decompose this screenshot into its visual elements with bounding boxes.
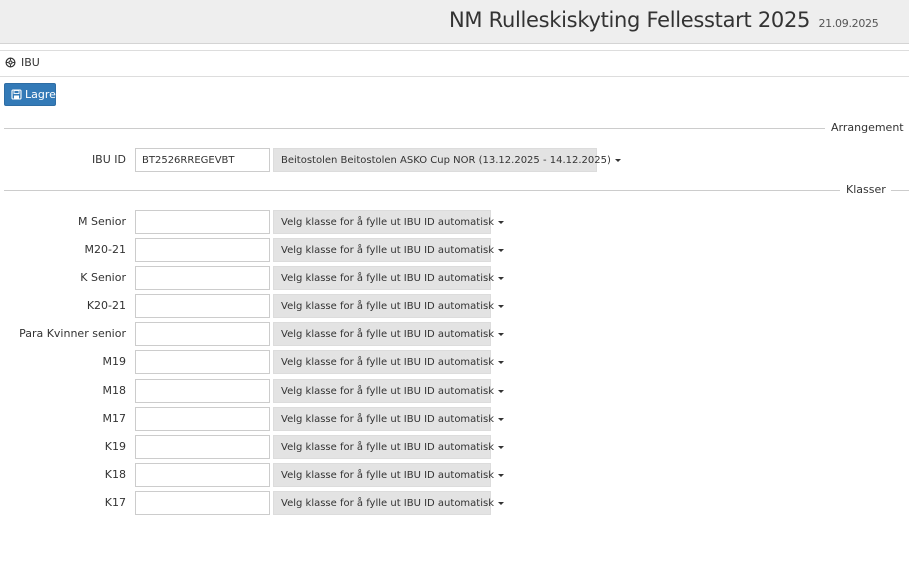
section-title-klasser: Klasser <box>841 183 891 196</box>
sub-navigation: IBU <box>0 50 909 77</box>
event-title-text: NM Rulleskiskyting Fellesstart 2025 <box>449 8 811 32</box>
class-select-dropdown[interactable]: Velg klasse for å fylle ut IBU ID automa… <box>273 379 505 403</box>
class-ibu-id-input[interactable] <box>135 294 270 318</box>
caret-down-icon <box>498 276 505 280</box>
class-ibu-id-input[interactable] <box>135 266 270 290</box>
class-label: M17 <box>102 412 127 425</box>
class-label: K Senior <box>80 271 126 284</box>
class-ibu-id-input[interactable] <box>135 322 270 346</box>
section-divider-arrangement <box>4 128 825 129</box>
class-select-label: Velg klasse for å fylle ut IBU ID automa… <box>281 356 495 368</box>
class-select-dropdown[interactable]: Velg klasse for å fylle ut IBU ID automa… <box>273 491 505 515</box>
ibu-id-label: IBU ID <box>91 153 126 166</box>
class-select-label: Velg klasse for å fylle ut IBU ID automa… <box>281 216 495 228</box>
class-label: K17 <box>104 496 126 509</box>
class-ibu-id-input[interactable] <box>135 491 270 515</box>
class-ibu-id-input[interactable] <box>135 350 270 374</box>
subnav-label-ibu[interactable]: IBU <box>21 56 40 69</box>
caret-down-icon <box>498 417 505 421</box>
class-select-dropdown[interactable]: Velg klasse for å fylle ut IBU ID automa… <box>273 294 505 318</box>
caret-down-icon <box>498 248 505 252</box>
class-select-label: Velg klasse for å fylle ut IBU ID automa… <box>281 244 495 256</box>
class-label: M Senior <box>77 215 126 228</box>
class-select-label: Velg klasse for å fylle ut IBU ID automa… <box>281 469 495 481</box>
class-select-label: Velg klasse for å fylle ut IBU ID automa… <box>281 441 495 453</box>
section-title-arrangement: Arrangement <box>826 121 909 134</box>
class-select-dropdown[interactable]: Velg klasse for å fylle ut IBU ID automa… <box>273 350 505 374</box>
top-header: NM Rulleskiskyting Fellesstart 2025 21.0… <box>0 0 909 44</box>
ibu-id-input[interactable] <box>135 148 270 172</box>
class-select-label: Velg klasse for å fylle ut IBU ID automa… <box>281 272 495 284</box>
class-label: K19 <box>104 440 126 453</box>
class-label: K20-21 <box>86 299 126 312</box>
caret-down-icon <box>614 158 621 162</box>
save-button[interactable]: Lagre <box>4 83 56 106</box>
class-select-dropdown[interactable]: Velg klasse for å fylle ut IBU ID automa… <box>273 238 505 262</box>
class-label: Para Kvinner senior <box>19 327 126 340</box>
save-button-label: Lagre <box>25 88 56 101</box>
class-select-label: Velg klasse for å fylle ut IBU ID automa… <box>281 413 495 425</box>
class-select-dropdown[interactable]: Velg klasse for å fylle ut IBU ID automa… <box>273 407 505 431</box>
caret-down-icon <box>498 304 505 308</box>
section-divider-klasser <box>4 190 840 191</box>
class-label: M19 <box>102 355 127 368</box>
class-select-dropdown[interactable]: Velg klasse for å fylle ut IBU ID automa… <box>273 435 505 459</box>
class-select-dropdown[interactable]: Velg klasse for å fylle ut IBU ID automa… <box>273 322 505 346</box>
class-label: M18 <box>102 384 127 397</box>
caret-down-icon <box>498 445 505 449</box>
event-select-dropdown[interactable]: Beitostolen Beitostolen ASKO Cup NOR (13… <box>273 148 621 172</box>
caret-down-icon <box>498 473 505 477</box>
gear-icon[interactable] <box>5 57 16 68</box>
event-select-label: Beitostolen Beitostolen ASKO Cup NOR (13… <box>281 154 611 166</box>
class-select-dropdown[interactable]: Velg klasse for å fylle ut IBU ID automa… <box>273 266 505 290</box>
caret-down-icon <box>498 501 505 505</box>
page-title: NM Rulleskiskyting Fellesstart 2025 21.0… <box>449 8 879 32</box>
class-ibu-id-input[interactable] <box>135 210 270 234</box>
class-label: K18 <box>104 468 126 481</box>
class-ibu-id-input[interactable] <box>135 435 270 459</box>
caret-down-icon <box>498 220 505 224</box>
caret-down-icon <box>498 360 505 364</box>
class-label: M20-21 <box>84 243 126 256</box>
class-ibu-id-input[interactable] <box>135 463 270 487</box>
class-select-dropdown[interactable]: Velg klasse for å fylle ut IBU ID automa… <box>273 210 505 234</box>
class-select-label: Velg klasse for å fylle ut IBU ID automa… <box>281 385 495 397</box>
class-select-label: Velg klasse for å fylle ut IBU ID automa… <box>281 328 495 340</box>
class-select-label: Velg klasse for å fylle ut IBU ID automa… <box>281 300 495 312</box>
class-ibu-id-input[interactable] <box>135 379 270 403</box>
class-select-label: Velg klasse for å fylle ut IBU ID automa… <box>281 497 495 509</box>
class-ibu-id-input[interactable] <box>135 238 270 262</box>
class-ibu-id-input[interactable] <box>135 407 270 431</box>
caret-down-icon <box>498 332 505 336</box>
event-date: 21.09.2025 <box>818 17 879 30</box>
class-select-dropdown[interactable]: Velg klasse for å fylle ut IBU ID automa… <box>273 463 505 487</box>
caret-down-icon <box>498 389 505 393</box>
floppy-disk-icon <box>11 89 22 100</box>
